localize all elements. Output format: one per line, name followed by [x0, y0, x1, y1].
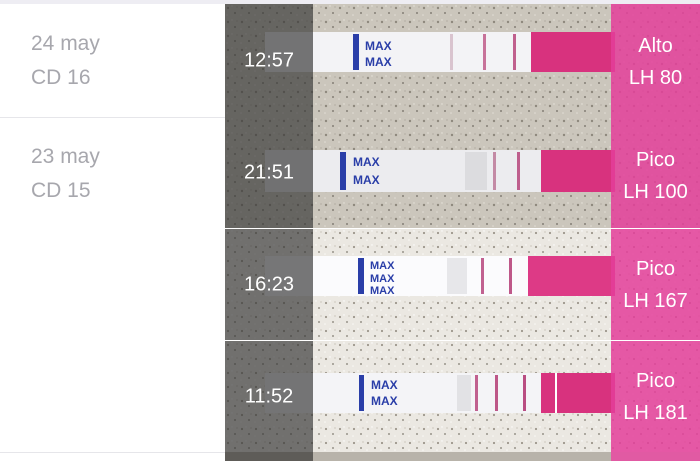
test-photo-row[interactable]: MAX MAX MAX 16:23 Pico LH 167 — [225, 229, 700, 340]
lh-value: LH 181 — [623, 402, 688, 424]
lh-value: LH 80 — [628, 67, 683, 89]
day-group: 24 may CD 16 MAX MAX 12:57 Alto LH 80 — [0, 4, 700, 118]
max-mark: MAX — [370, 285, 395, 297]
day-header[interactable]: 23 may CD 15 — [0, 117, 225, 452]
result-pane: Pico LH 167 — [611, 229, 700, 340]
cycle-day: CD 16 — [31, 66, 91, 89]
max-mark: MAX — [365, 39, 392, 53]
cycle-day: CD 15 — [31, 179, 91, 202]
max-mark: MAX — [370, 260, 395, 272]
time-pane: 21:51 — [225, 117, 313, 228]
test-time: 12:57 — [243, 49, 295, 71]
test-photo-row[interactable]: MAX MAX 11:52 Pico LH 181 — [225, 341, 700, 452]
lh-level: Pico — [636, 370, 675, 392]
test-photo-row[interactable]: MAX MAX 21:51 Pico LH 100 — [225, 117, 700, 228]
test-time: 11:52 — [244, 385, 294, 407]
time-pane: 12:57 — [225, 4, 313, 117]
max-mark: MAX — [371, 394, 398, 408]
day-date: 23 may — [31, 145, 100, 168]
lh-level: Pico — [636, 258, 675, 280]
max-mark: MAX — [353, 155, 380, 169]
lh-level: Pico — [636, 149, 675, 171]
day-date: 24 may — [31, 32, 100, 55]
lh-value: LH 100 — [623, 181, 688, 203]
day-group: 23 may CD 15 MAX MAX 21:51 Pico LH 100 M… — [0, 117, 700, 452]
test-time: 21:51 — [243, 161, 295, 183]
next-day-row-edge — [0, 452, 700, 462]
result-pane: Alto LH 80 — [611, 4, 700, 117]
time-pane: 11:52 — [225, 341, 313, 452]
result-pane: Pico LH 181 — [611, 341, 700, 452]
max-mark: MAX — [365, 55, 392, 69]
result-pane: Pico LH 100 — [611, 117, 700, 228]
time-pane: 16:23 — [225, 229, 313, 340]
test-photo-row[interactable]: MAX MAX 12:57 Alto LH 80 — [225, 4, 700, 117]
day-header[interactable]: 24 may CD 16 — [0, 4, 225, 118]
max-mark: MAX — [371, 378, 398, 392]
max-mark: MAX — [370, 273, 395, 285]
max-mark: MAX — [353, 173, 380, 187]
lh-level: Alto — [638, 35, 673, 57]
lh-value: LH 167 — [623, 290, 688, 312]
test-time: 16:23 — [243, 273, 295, 295]
